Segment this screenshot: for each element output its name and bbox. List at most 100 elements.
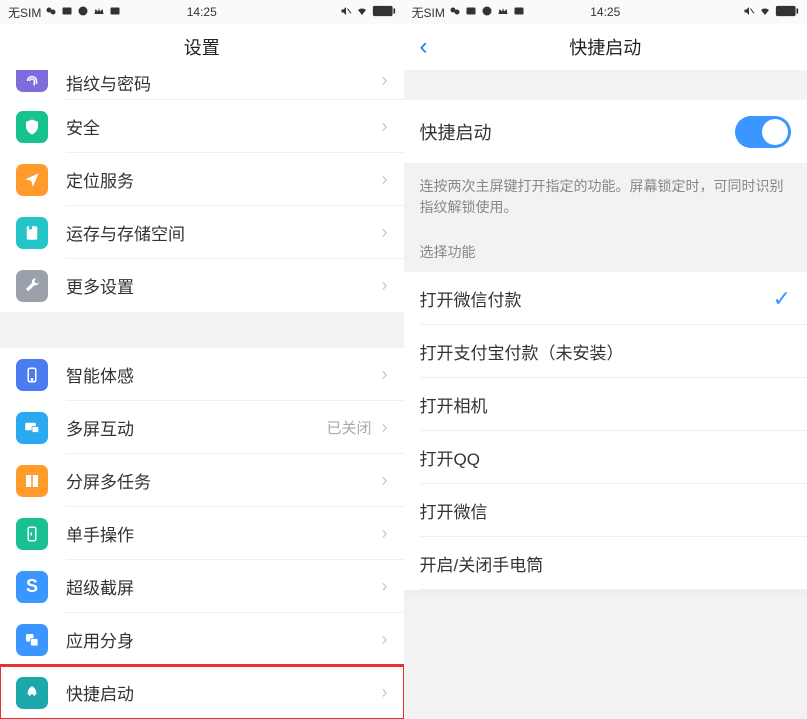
- mail-status-icon: [465, 5, 477, 20]
- option-label: 打开支付宝付款（未安装）: [420, 339, 624, 364]
- row-onehand[interactable]: 单手操作 ›: [0, 507, 404, 560]
- settings-screen: 无SIM 14:25: [0, 0, 404, 719]
- chevron-right-icon: ›: [382, 70, 388, 91]
- row-security[interactable]: 安全 ›: [0, 100, 404, 153]
- row-label: 更多设置: [66, 273, 382, 298]
- row-value: 已关闭: [326, 417, 371, 438]
- option-label: 开启/关闭手电筒: [420, 551, 544, 576]
- row-label: 单手操作: [66, 521, 382, 546]
- row-screenshot[interactable]: S 超级截屏 ›: [0, 560, 404, 613]
- row-label: 分屏多任务: [66, 468, 382, 493]
- row-label: 指纹与密码: [66, 70, 382, 95]
- page-title: 设置: [184, 34, 220, 60]
- quicklaunch-toggle[interactable]: [735, 116, 791, 148]
- mute-icon: [743, 5, 755, 20]
- check-icon: ✓: [773, 286, 791, 312]
- group-gap: [0, 312, 404, 348]
- row-multiscreen[interactable]: 多屏互动 已关闭 ›: [0, 401, 404, 454]
- status-bar: 无SIM 14:25: [404, 0, 807, 24]
- section-label: 选择功能: [404, 232, 807, 272]
- mail-status-icon: [61, 5, 73, 20]
- row-quicklaunch[interactable]: 快捷启动 ›: [0, 666, 404, 719]
- option-label: 打开相机: [420, 392, 488, 417]
- chevron-right-icon: ›: [382, 576, 388, 597]
- page-title: 快捷启动: [569, 34, 641, 60]
- status-time: 14:25: [590, 5, 620, 19]
- fingerprint-icon: [16, 70, 48, 92]
- row-appclone[interactable]: 应用分身 ›: [0, 613, 404, 666]
- row-label: 智能体感: [66, 362, 382, 387]
- row-label: 应用分身: [66, 627, 382, 652]
- nosim-label: 无SIM: [8, 4, 41, 21]
- wifi-icon: [759, 5, 771, 20]
- onehand-icon: [16, 518, 48, 550]
- option-qq[interactable]: 打开QQ: [404, 431, 807, 484]
- settings-group-2: 智能体感 › 多屏互动 已关闭 › 分屏多任务 ›: [0, 348, 404, 719]
- chevron-right-icon: ›: [382, 682, 388, 703]
- storage-icon: [16, 217, 48, 249]
- message-status-icon: [109, 5, 121, 20]
- row-label: 多屏互动: [66, 415, 326, 440]
- crown-status-icon: [497, 5, 509, 20]
- settings-header: 设置: [0, 24, 404, 70]
- settings-group-1: 指纹与密码 › 安全 › 定位服务 › 运存与: [0, 70, 404, 312]
- location-icon: [16, 164, 48, 196]
- row-gesture[interactable]: 智能体感 ›: [0, 348, 404, 401]
- option-label: 打开QQ: [420, 445, 480, 470]
- row-label: 运存与存储空间: [66, 220, 382, 245]
- row-label: 超级截屏: [66, 574, 382, 599]
- bottom-shadow: [404, 590, 807, 598]
- chevron-right-icon: ›: [382, 629, 388, 650]
- battery-icon: [372, 5, 396, 20]
- hint-text: 连按两次主屏键打开指定的功能。屏幕锁定时，可同时识别指纹解锁使用。: [404, 164, 807, 232]
- crown-status-icon: [93, 5, 105, 20]
- row-splitscreen[interactable]: 分屏多任务 ›: [0, 454, 404, 507]
- quicklaunch-icon: [16, 677, 48, 709]
- wifi-icon: [356, 5, 368, 20]
- option-label: 打开微信付款: [420, 286, 522, 311]
- status-time: 14:25: [187, 5, 217, 19]
- top-gap: [404, 70, 807, 100]
- status-bar: 无SIM 14:25: [0, 0, 404, 24]
- chevron-right-icon: ›: [382, 364, 388, 385]
- nosim-label: 无SIM: [412, 4, 445, 21]
- clock-status-icon: [77, 5, 89, 20]
- toggle-label: 快捷启动: [420, 119, 492, 145]
- chevron-right-icon: ›: [382, 116, 388, 137]
- quicklaunch-header: ‹ 快捷启动: [404, 24, 807, 70]
- row-location[interactable]: 定位服务 ›: [0, 153, 404, 206]
- message-status-icon: [513, 5, 525, 20]
- wechat-status-icon: [45, 5, 57, 20]
- multiscreen-icon: [16, 412, 48, 444]
- mute-icon: [340, 5, 352, 20]
- row-label: 定位服务: [66, 167, 382, 192]
- battery-icon: [775, 5, 799, 20]
- option-flashlight[interactable]: 开启/关闭手电筒: [404, 537, 807, 590]
- clock-status-icon: [481, 5, 493, 20]
- wrench-icon: [16, 270, 48, 302]
- row-fingerprint[interactable]: 指纹与密码 ›: [0, 70, 404, 100]
- gesture-icon: [16, 359, 48, 391]
- back-button[interactable]: ‹: [420, 33, 428, 61]
- option-camera[interactable]: 打开相机: [404, 378, 807, 431]
- wechat-status-icon: [449, 5, 461, 20]
- options-group: 打开微信付款 ✓ 打开支付宝付款（未安装） 打开相机 打开QQ 打开微信 开启/…: [404, 272, 807, 590]
- row-label: 快捷启动: [66, 680, 382, 705]
- chevron-right-icon: ›: [382, 275, 388, 296]
- row-label: 安全: [66, 114, 382, 139]
- quicklaunch-toggle-row: 快捷启动: [404, 100, 807, 164]
- chevron-right-icon: ›: [382, 169, 388, 190]
- option-wechat[interactable]: 打开微信: [404, 484, 807, 537]
- quicklaunch-content: 快捷启动 连按两次主屏键打开指定的功能。屏幕锁定时，可同时识别指纹解锁使用。 选…: [404, 70, 807, 719]
- quicklaunch-screen: 无SIM 14:25 ‹ 快捷启动 快捷启动 连按两次主屏键打开指定的功能。屏幕…: [404, 0, 807, 719]
- appclone-icon: [16, 624, 48, 656]
- settings-list[interactable]: 指纹与密码 › 安全 › 定位服务 › 运存与: [0, 70, 404, 719]
- row-more-settings[interactable]: 更多设置 ›: [0, 259, 404, 312]
- row-storage[interactable]: 运存与存储空间 ›: [0, 206, 404, 259]
- shield-icon: [16, 111, 48, 143]
- option-wechat-pay[interactable]: 打开微信付款 ✓: [404, 272, 807, 325]
- splitscreen-icon: [16, 465, 48, 497]
- chevron-right-icon: ›: [382, 470, 388, 491]
- chevron-right-icon: ›: [382, 417, 388, 438]
- option-alipay[interactable]: 打开支付宝付款（未安装）: [404, 325, 807, 378]
